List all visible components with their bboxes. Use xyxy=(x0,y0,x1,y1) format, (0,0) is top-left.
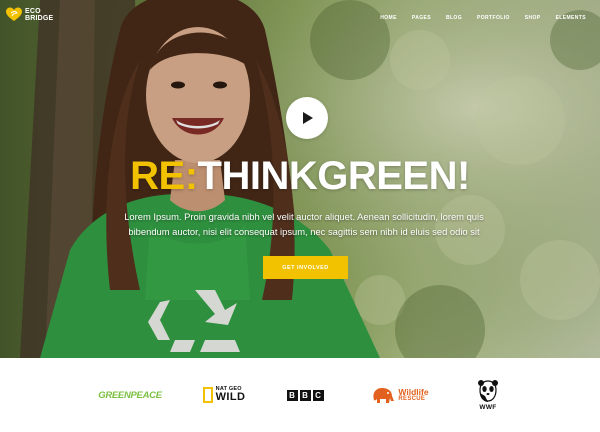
partner-bbc-logo[interactable]: B B C xyxy=(284,358,326,432)
nav-home[interactable]: HOME xyxy=(380,15,397,21)
logo-wordmark: ECO BRIDGE xyxy=(25,8,53,23)
wildlife-top-text: Wildlife xyxy=(398,386,429,397)
headline-accent: RE: xyxy=(130,154,198,198)
natgeo-bottom-text: WILD xyxy=(215,391,246,404)
wildlife-bottom-text: RESCUE xyxy=(398,396,426,403)
heart-leaf-icon xyxy=(6,7,22,21)
nav-pages[interactable]: PAGES xyxy=(412,15,431,21)
play-icon xyxy=(303,112,313,124)
natgeo-frame-icon xyxy=(202,387,213,403)
hero-intro-text: Lorem Ipsum. Proin gravida nibh vel veli… xyxy=(124,211,484,237)
wildlife-wordmark: Wildlife RESCUE xyxy=(398,388,428,403)
get-involved-button[interactable]: GET INVOLVED xyxy=(263,256,348,279)
wwf-wordmark: WWF xyxy=(479,404,497,411)
main-navigation: HOME PAGES BLOG PORTFOLIO SHOP ELEMENTS xyxy=(365,15,586,21)
greenpeace-wordmark: GREENPEACE xyxy=(98,389,162,401)
page: ECO BRIDGE HOME PAGES BLOG PORTFOLIO SHO… xyxy=(0,0,600,432)
headline-main: THINKGREEN! xyxy=(197,154,471,198)
nav-portfolio[interactable]: PORTFOLIO xyxy=(477,15,510,21)
partner-greenpeace-logo[interactable]: GREENPEACE xyxy=(96,358,164,432)
logo-line-1: ECO xyxy=(25,7,41,15)
partner-natgeo-logo[interactable]: NAT GEO WILD xyxy=(198,358,250,432)
nav-blog[interactable]: BLOG xyxy=(446,15,462,21)
bbc-letter-1: B xyxy=(286,389,298,401)
panda-icon xyxy=(478,380,498,402)
logo-line-2: BRIDGE xyxy=(25,15,54,22)
natgeo-wordmark: NAT GEO WILD xyxy=(215,386,246,404)
nav-elements[interactable]: ELEMENTS xyxy=(556,15,586,21)
bbc-letter-3: C xyxy=(312,389,324,401)
bbc-letter-2: B xyxy=(299,389,311,401)
partner-wildlife-rescue-logo[interactable]: Wildlife RESCUE xyxy=(368,358,432,432)
site-logo[interactable]: ECO BRIDGE xyxy=(6,7,53,23)
hero-section: ECO BRIDGE HOME PAGES BLOG PORTFOLIO SHO… xyxy=(0,0,600,358)
play-video-button[interactable] xyxy=(286,97,328,139)
partner-wwf-logo[interactable]: WWF xyxy=(470,358,506,432)
partners-strip: GREENPEACE NAT GEO WILD B B C Wildlife R… xyxy=(0,358,600,432)
elephant-icon xyxy=(373,388,395,403)
nav-shop[interactable]: SHOP xyxy=(525,15,541,21)
hero-headline: RE:THINKGREEN! xyxy=(0,154,600,198)
